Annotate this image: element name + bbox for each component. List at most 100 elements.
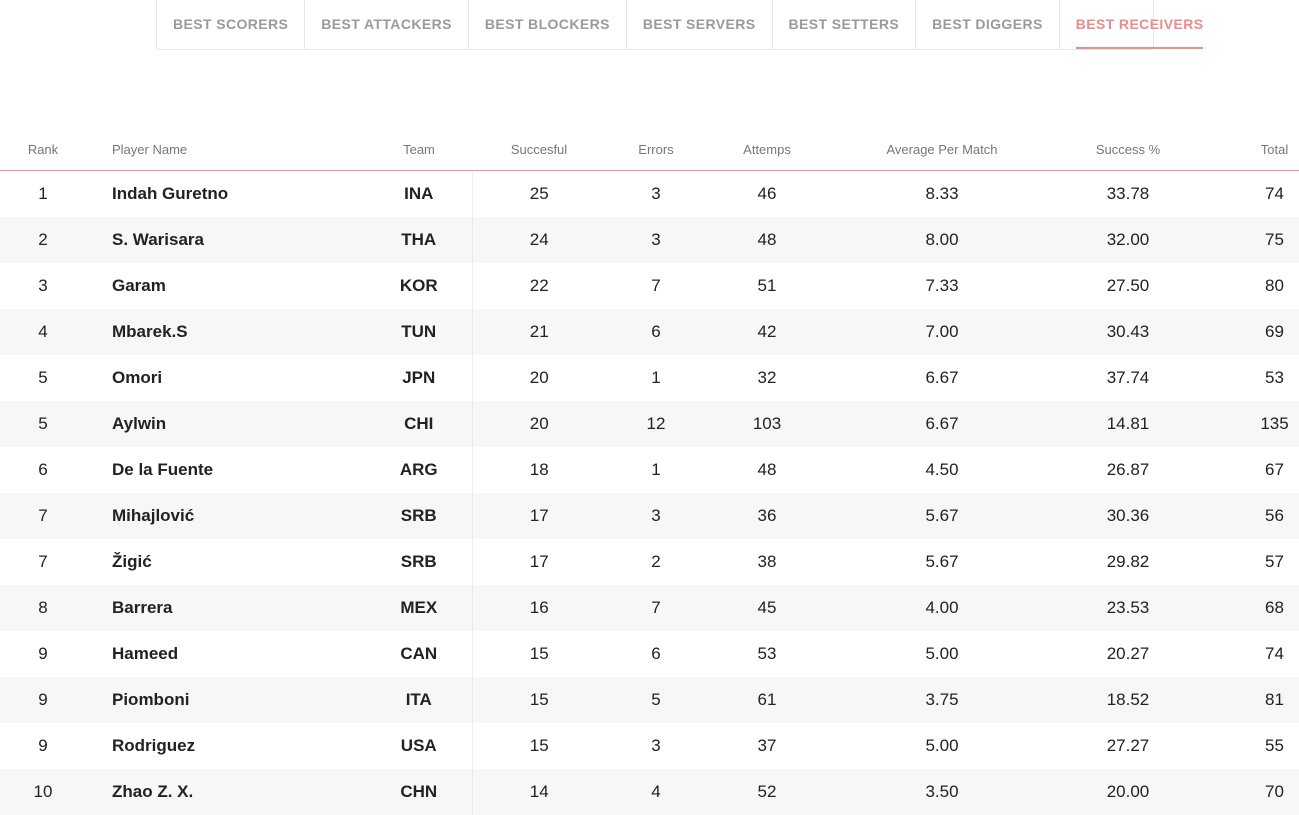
cell-successful: 20 — [472, 401, 606, 447]
cell-player-name: Barrera — [86, 585, 366, 631]
column-header-successful[interactable]: Succesful — [472, 128, 606, 171]
tab-label: BEST BLOCKERS — [485, 0, 610, 49]
table-row: 5OmoriJPN201326.6737.7453 — [0, 355, 1299, 401]
cell-total: 81 — [1200, 677, 1299, 723]
table-header: Rank Player Name Team Succesful Errors A… — [0, 128, 1299, 171]
cell-successful: 15 — [472, 677, 606, 723]
cell-rank: 6 — [0, 447, 86, 493]
tab-best-receivers[interactable]: BEST RECEIVERS — [1060, 0, 1220, 49]
cell-rank: 5 — [0, 355, 86, 401]
cell-team: CAN — [366, 631, 472, 677]
cell-average-per-match: 6.67 — [828, 355, 1056, 401]
cell-total: 53 — [1200, 355, 1299, 401]
cell-player-name: Indah Guretno — [86, 171, 366, 218]
column-header-team[interactable]: Team — [366, 128, 472, 171]
cell-player-name: Rodriguez — [86, 723, 366, 769]
cell-rank: 9 — [0, 631, 86, 677]
tab-best-scorers[interactable]: BEST SCORERS — [157, 0, 305, 49]
cell-player-name: De la Fuente — [86, 447, 366, 493]
cell-team: TUN — [366, 309, 472, 355]
cell-rank: 7 — [0, 493, 86, 539]
cell-player-name: Piomboni — [86, 677, 366, 723]
cell-success-percent: 14.81 — [1056, 401, 1200, 447]
cell-team: KOR — [366, 263, 472, 309]
cell-successful: 17 — [472, 493, 606, 539]
cell-success-percent: 20.00 — [1056, 769, 1200, 815]
cell-success-percent: 27.27 — [1056, 723, 1200, 769]
cell-team: ARG — [366, 447, 472, 493]
table-body: 1Indah GuretnoINA253468.3333.78742S. War… — [0, 171, 1299, 815]
tab-best-attackers[interactable]: BEST ATTACKERS — [305, 0, 469, 49]
cell-successful: 21 — [472, 309, 606, 355]
cell-rank: 4 — [0, 309, 86, 355]
cell-success-percent: 30.36 — [1056, 493, 1200, 539]
table-row: 4Mbarek.STUN216427.0030.4369 — [0, 309, 1299, 355]
cell-success-percent: 23.53 — [1056, 585, 1200, 631]
table-row: 2S. WarisaraTHA243488.0032.0075 — [0, 217, 1299, 263]
tab-best-setters[interactable]: BEST SETTERS — [773, 0, 917, 49]
table-row: 7MihajlovićSRB173365.6730.3656 — [0, 493, 1299, 539]
cell-attempts: 42 — [706, 309, 828, 355]
cell-success-percent: 27.50 — [1056, 263, 1200, 309]
cell-total: 69 — [1200, 309, 1299, 355]
tab-label: BEST ATTACKERS — [321, 0, 452, 49]
cell-team: MEX — [366, 585, 472, 631]
cell-errors: 3 — [606, 217, 706, 263]
cell-errors: 3 — [606, 171, 706, 218]
column-header-total[interactable]: Total — [1200, 128, 1299, 171]
table-row: 10Zhao Z. X.CHN144523.5020.0070 — [0, 769, 1299, 815]
cell-total: 135 — [1200, 401, 1299, 447]
cell-team: THA — [366, 217, 472, 263]
column-header-average-per-match[interactable]: Average Per Match — [828, 128, 1056, 171]
cell-total: 75 — [1200, 217, 1299, 263]
cell-attempts: 38 — [706, 539, 828, 585]
cell-rank: 5 — [0, 401, 86, 447]
cell-successful: 18 — [472, 447, 606, 493]
cell-rank: 7 — [0, 539, 86, 585]
column-header-player-name[interactable]: Player Name — [86, 128, 366, 171]
cell-total: 67 — [1200, 447, 1299, 493]
cell-errors: 6 — [606, 309, 706, 355]
cell-team: CHN — [366, 769, 472, 815]
cell-average-per-match: 7.00 — [828, 309, 1056, 355]
cell-attempts: 51 — [706, 263, 828, 309]
cell-player-name: Garam — [86, 263, 366, 309]
tab-label: BEST SETTERS — [789, 0, 900, 49]
cell-average-per-match: 8.33 — [828, 171, 1056, 218]
column-header-success-percent[interactable]: Success % — [1056, 128, 1200, 171]
cell-total: 74 — [1200, 631, 1299, 677]
cell-successful: 16 — [472, 585, 606, 631]
column-header-rank[interactable]: Rank — [0, 128, 86, 171]
cell-errors: 7 — [606, 585, 706, 631]
cell-successful: 14 — [472, 769, 606, 815]
tab-label: BEST SERVERS — [643, 0, 756, 49]
cell-attempts: 48 — [706, 217, 828, 263]
cell-rank: 9 — [0, 723, 86, 769]
cell-errors: 3 — [606, 493, 706, 539]
cell-total: 80 — [1200, 263, 1299, 309]
cell-success-percent: 29.82 — [1056, 539, 1200, 585]
cell-success-percent: 32.00 — [1056, 217, 1200, 263]
cell-player-name: Mihajlović — [86, 493, 366, 539]
cell-player-name: Omori — [86, 355, 366, 401]
cell-attempts: 36 — [706, 493, 828, 539]
tab-best-servers[interactable]: BEST SERVERS — [627, 0, 773, 49]
cell-errors: 1 — [606, 447, 706, 493]
cell-average-per-match: 4.50 — [828, 447, 1056, 493]
tab-label: BEST RECEIVERS — [1076, 0, 1204, 49]
column-header-attempts[interactable]: Attemps — [706, 128, 828, 171]
tab-best-diggers[interactable]: BEST DIGGERS — [916, 0, 1060, 49]
cell-player-name: S. Warisara — [86, 217, 366, 263]
cell-errors: 3 — [606, 723, 706, 769]
cell-rank: 2 — [0, 217, 86, 263]
tab-label: BEST DIGGERS — [932, 0, 1043, 49]
cell-successful: 15 — [472, 723, 606, 769]
cell-average-per-match: 5.67 — [828, 493, 1056, 539]
tab-best-blockers[interactable]: BEST BLOCKERS — [469, 0, 627, 49]
cell-total: 55 — [1200, 723, 1299, 769]
column-header-errors[interactable]: Errors — [606, 128, 706, 171]
cell-rank: 10 — [0, 769, 86, 815]
table-row: 6De la FuenteARG181484.5026.8767 — [0, 447, 1299, 493]
cell-rank: 8 — [0, 585, 86, 631]
cell-team: USA — [366, 723, 472, 769]
